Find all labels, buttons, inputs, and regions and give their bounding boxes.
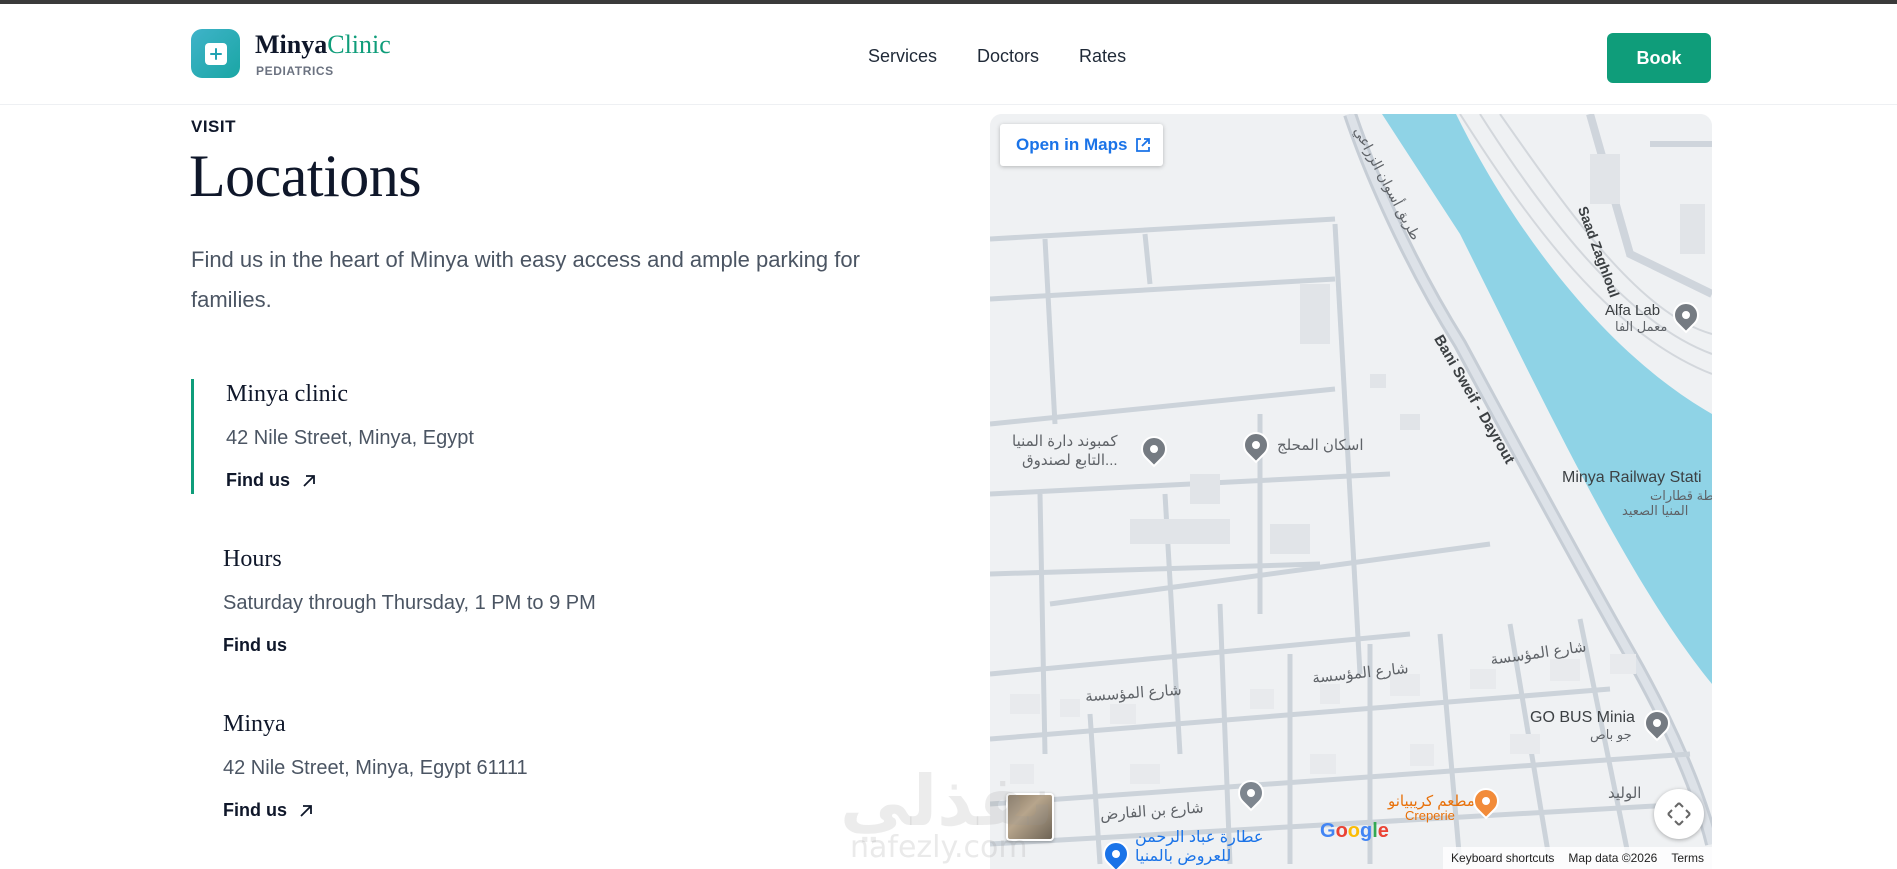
brand-name-part1: Minya bbox=[255, 30, 328, 59]
map-label-creperie: Creperie bbox=[1405, 808, 1455, 823]
location-name: Minya clinic bbox=[226, 381, 348, 407]
brand-subtitle: PEDIATRICS bbox=[256, 64, 334, 78]
map-label-railway-ar2: المنيا الصعيد bbox=[1622, 503, 1689, 518]
keyboard-shortcuts-link[interactable]: Keyboard shortcuts bbox=[1451, 851, 1554, 865]
open-in-maps-label: Open in Maps bbox=[1016, 135, 1128, 154]
nav-doctors[interactable]: Doctors bbox=[977, 46, 1039, 67]
open-in-maps-button[interactable]: Open in Maps bbox=[1000, 124, 1163, 166]
external-arrow-icon bbox=[300, 804, 312, 817]
nav-services[interactable]: Services bbox=[868, 46, 937, 67]
map-label-attara: عطارة عباد الرحمن bbox=[1135, 829, 1264, 846]
find-us-link[interactable]: Find us bbox=[223, 635, 287, 656]
map-label-alfa-lab: Alfa Lab bbox=[1605, 302, 1661, 319]
map-canvas[interactable] bbox=[990, 114, 1712, 869]
location-name: Minya bbox=[223, 711, 286, 737]
map-embed[interactable]: Open in Maps كمبوند دارة المنيا التابع ل… bbox=[990, 114, 1712, 869]
watermark-url: nafezly.com bbox=[850, 830, 1028, 865]
map-label-compound-2: التابع لصندوق... bbox=[1022, 452, 1118, 469]
map-label-gobus-ar: جو باص bbox=[1590, 727, 1632, 742]
map-label-housing: اسكان المحلج bbox=[1277, 437, 1364, 454]
logo-plus-icon[interactable] bbox=[191, 29, 240, 78]
map-label-compound: كمبوند دارة المنيا bbox=[1012, 433, 1118, 450]
map-label-attara-2: للعروض بالمنيا bbox=[1135, 848, 1232, 865]
map-label-gobus: GO BUS Minia bbox=[1530, 709, 1635, 726]
hours-card: Hours Saturday through Thursday, 1 PM to… bbox=[191, 544, 831, 659]
site-header: MinyaClinic PEDIATRICS Services Doctors … bbox=[0, 4, 1897, 105]
main-nav: Services Doctors Rates bbox=[868, 46, 1126, 67]
find-us-link[interactable]: Find us bbox=[226, 470, 318, 491]
map-data-text: Map data ©2026 bbox=[1568, 851, 1658, 865]
map-label-railway-ar1: محطة قطارات bbox=[1650, 488, 1712, 503]
external-link-icon bbox=[1136, 138, 1151, 152]
book-button[interactable]: Book bbox=[1607, 33, 1711, 83]
find-us-label: Find us bbox=[226, 470, 290, 490]
location-card[interactable]: Minya clinic 42 Nile Street, Minya, Egyp… bbox=[191, 379, 831, 494]
brand-name-part2: Clinic bbox=[327, 30, 391, 59]
map-label-railway: Minya Railway Stati bbox=[1562, 469, 1702, 486]
section-intro: Find us in the heart of Minya with easy … bbox=[191, 247, 860, 312]
map-label-street: الوليد bbox=[1608, 785, 1642, 802]
page-title: Locations bbox=[189, 143, 422, 209]
brand-name[interactable]: MinyaClinic bbox=[255, 30, 391, 60]
section-eyebrow: VISIT bbox=[191, 117, 237, 136]
find-us-label: Find us bbox=[223, 800, 287, 820]
hours-title: Hours bbox=[223, 546, 282, 572]
map-label-alfa-lab-ar: معمل الفا bbox=[1615, 319, 1668, 334]
google-logo: Google bbox=[1320, 820, 1389, 842]
find-us-link[interactable]: Find us bbox=[223, 800, 315, 821]
location-card[interactable]: Minya 42 Nile Street, Minya, Egypt 61111… bbox=[191, 709, 831, 824]
recenter-button[interactable] bbox=[1654, 789, 1704, 839]
map-footer: Keyboard shortcuts Map data ©2026 Terms bbox=[1443, 847, 1712, 869]
find-us-label: Find us bbox=[223, 635, 287, 655]
nav-rates[interactable]: Rates bbox=[1079, 46, 1126, 67]
location-address: 42 Nile Street, Minya, Egypt 61111 bbox=[223, 757, 528, 779]
terms-link[interactable]: Terms bbox=[1671, 851, 1704, 865]
location-address: 42 Nile Street, Minya, Egypt bbox=[226, 427, 474, 449]
hours-text: Saturday through Thursday, 1 PM to 9 PM bbox=[223, 592, 596, 614]
move-arrows-icon bbox=[1667, 802, 1691, 826]
external-arrow-icon bbox=[303, 474, 315, 487]
